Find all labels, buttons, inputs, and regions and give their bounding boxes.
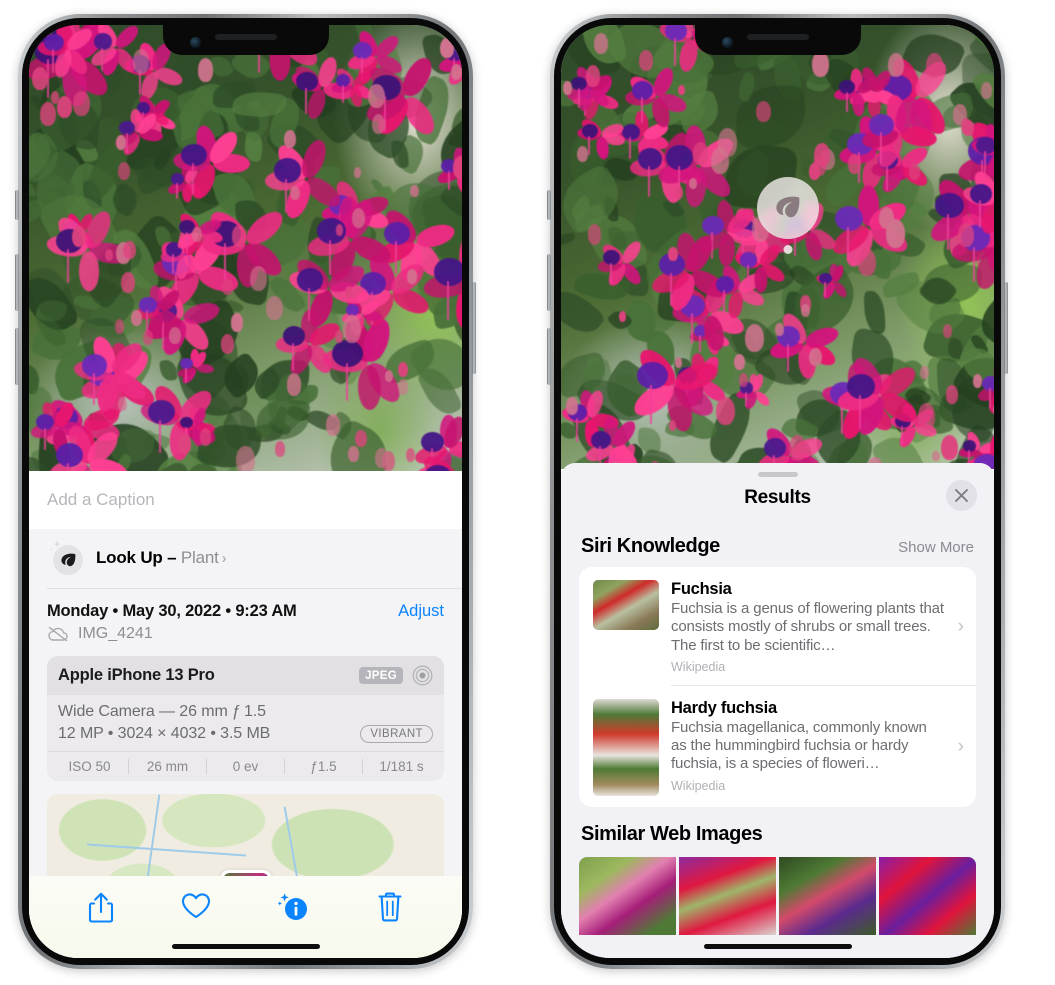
siri-knowledge-header: Siri Knowledge Show More — [561, 519, 994, 567]
mute-switch[interactable] — [547, 190, 551, 220]
similar-web-images-header: Similar Web Images — [561, 807, 994, 855]
results-header: Results — [561, 477, 994, 519]
caption-placeholder: Add a Caption — [47, 490, 155, 509]
web-image-thumbnail[interactable] — [879, 856, 976, 935]
photo-viewer[interactable] — [561, 25, 994, 469]
power-button[interactable] — [472, 282, 476, 374]
knowledge-source: Wikipedia — [671, 659, 726, 674]
visual-look-up-badge[interactable] — [757, 177, 819, 254]
knowledge-title: Fuchsia — [671, 580, 732, 598]
leaf-glyph — [61, 553, 76, 567]
aperture-icon — [412, 665, 433, 686]
adjust-button[interactable]: Adjust — [398, 602, 444, 621]
web-image-thumbnail[interactable] — [679, 856, 776, 935]
knowledge-item[interactable]: Fuchsia Fuchsia is a genus of flowering … — [579, 567, 976, 685]
knowledge-description: Fuchsia is a genus of flowering plants t… — [671, 600, 944, 654]
info-sparkle-icon — [277, 893, 307, 920]
right-iphone: Results Siri Knowledge Show More Fuchsia… — [547, 14, 1008, 969]
info-button[interactable] — [277, 892, 310, 927]
lookup-section: Look Up – Plant › Monday • May 30, 2022 •… — [29, 529, 462, 914]
front-camera-icon — [189, 37, 201, 48]
knowledge-thumbnail — [593, 580, 659, 630]
close-button[interactable] — [946, 480, 977, 511]
date-row: Monday • May 30, 2022 • 9:23 AM Adjust — [29, 589, 462, 623]
exif-exposure: 0 ev — [207, 759, 285, 774]
left-iphone: Add a Caption Look Up – Plant › Monday •… — [15, 14, 476, 969]
volume-up-button[interactable] — [15, 254, 19, 311]
exif-row: ISO 50 26 mm 0 ev ƒ1.5 1/181 s — [47, 751, 444, 781]
close-icon — [955, 489, 968, 502]
exif-aperture: ƒ1.5 — [285, 759, 363, 774]
knowledge-description: Fuchsia magellanica, commonly known as t… — [671, 718, 927, 773]
earpiece-speaker — [214, 34, 277, 40]
left-screen: Add a Caption Look Up – Plant › Monday •… — [29, 25, 462, 958]
section-title: Siri Knowledge — [581, 535, 720, 557]
exif-focal: 26 mm — [129, 759, 207, 774]
knowledge-thumbnail — [593, 698, 659, 796]
chevron-right-icon: › — [957, 615, 964, 637]
leaf-icon — [49, 540, 83, 575]
leaf-icon — [776, 196, 800, 218]
specs-line: 12 MP • 3024 × 4032 • 3.5 MB — [58, 725, 271, 742]
format-badge: JPEG — [359, 667, 403, 684]
exif-shutter: 1/181 s — [379, 759, 424, 774]
volume-up-button[interactable] — [547, 254, 551, 311]
volume-down-button[interactable] — [15, 328, 19, 385]
exif-iso: ISO 50 — [51, 759, 129, 774]
icloud-slash-icon — [48, 626, 68, 642]
results-title: Results — [744, 487, 811, 508]
web-image-thumbnail[interactable] — [579, 856, 676, 935]
mute-switch[interactable] — [15, 190, 19, 220]
share-icon — [89, 892, 114, 923]
look-up-row[interactable]: Look Up – Plant › — [29, 529, 462, 588]
front-camera-icon — [721, 37, 733, 48]
home-indicator[interactable] — [703, 944, 852, 949]
volume-down-button[interactable] — [547, 328, 551, 385]
chevron-right-icon: › — [221, 550, 227, 567]
caption-input[interactable]: Add a Caption — [29, 471, 462, 529]
siri-knowledge-card: Fuchsia Fuchsia is a genus of flowering … — [579, 567, 976, 807]
show-more-button[interactable]: Show More — [898, 539, 974, 556]
trash-icon — [378, 892, 402, 922]
earpiece-speaker — [746, 34, 809, 40]
photo-date: Monday • May 30, 2022 • 9:23 AM — [47, 602, 297, 620]
file-row: IMG_4241 — [29, 623, 462, 656]
badge-anchor-dot — [783, 245, 793, 254]
power-button[interactable] — [1004, 282, 1008, 374]
photo-info-sheet: Add a Caption Look Up – Plant › Monday •… — [29, 471, 462, 958]
knowledge-source: Wikipedia — [671, 778, 726, 793]
camera-device: Apple iPhone 13 Pro — [58, 666, 215, 684]
knowledge-item[interactable]: Hardy fuchsia Fuchsia magellanica, commo… — [579, 686, 976, 807]
knowledge-title: Hardy fuchsia — [671, 698, 777, 717]
web-image-thumbnail[interactable] — [779, 856, 876, 935]
home-indicator[interactable] — [171, 944, 320, 949]
heart-icon — [182, 893, 211, 919]
file-name: IMG_4241 — [78, 625, 153, 642]
style-badge: VIBRANT — [360, 725, 433, 743]
delete-button[interactable] — [377, 892, 403, 927]
screenshot-stage: Add a Caption Look Up – Plant › Monday •… — [0, 0, 1055, 985]
section-title: Similar Web Images — [581, 822, 763, 845]
chevron-right-icon: › — [957, 736, 964, 758]
lens-line: Wide Camera — 26 mm ƒ 1.5 — [58, 703, 266, 720]
share-button[interactable] — [88, 892, 114, 929]
camera-body: Wide Camera — 26 mm ƒ 1.5 12 MP • 3024 ×… — [47, 695, 444, 751]
photo-viewer[interactable] — [29, 25, 462, 477]
results-sheet: Results Siri Knowledge Show More Fuchsia… — [561, 463, 994, 958]
similar-web-images-grid — [579, 856, 976, 935]
favorite-button[interactable] — [181, 892, 211, 925]
notch — [162, 25, 329, 55]
camera-info-card[interactable]: Apple iPhone 13 Pro JPEG Wide Camera — 2… — [47, 656, 444, 781]
look-up-subject: Plant — [180, 548, 219, 567]
notch — [694, 25, 861, 55]
look-up-label: Look Up – Plant › — [96, 548, 227, 567]
camera-header: Apple iPhone 13 Pro JPEG — [47, 656, 444, 695]
right-screen: Results Siri Knowledge Show More Fuchsia… — [561, 25, 994, 958]
